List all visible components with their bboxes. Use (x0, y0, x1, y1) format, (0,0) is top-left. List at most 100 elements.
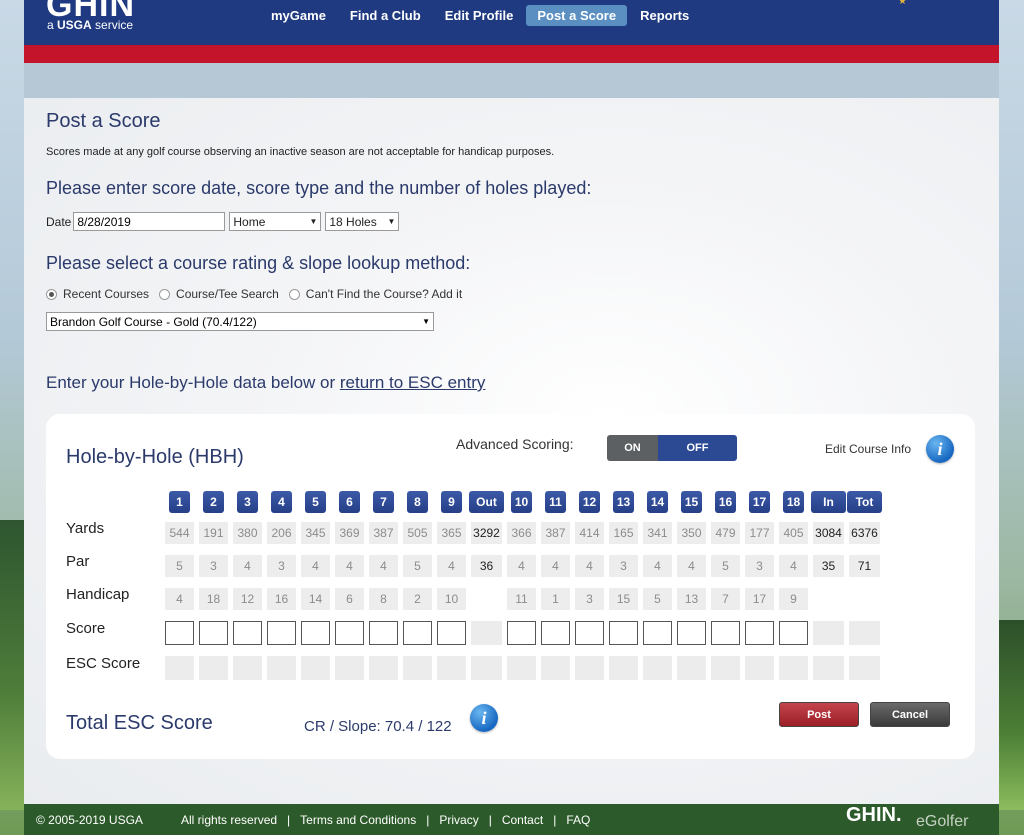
score-input[interactable] (541, 621, 570, 645)
score-input[interactable] (335, 621, 364, 645)
info-icon[interactable]: i (470, 704, 498, 732)
score-input[interactable] (403, 621, 432, 645)
par-cell: 4 (507, 555, 536, 577)
main-nav: myGame Find a Club Edit Profile Post a Scor… (260, 5, 700, 26)
info-icon[interactable]: i (926, 435, 954, 463)
score-input[interactable] (437, 621, 466, 645)
grey-band (24, 63, 999, 98)
cr-slope-text: CR / Slope: 70.4 / 122 (304, 718, 452, 735)
yards-cell: 380 (233, 522, 262, 544)
total-esc-score-label: Total ESC Score (66, 712, 213, 734)
score-input[interactable] (677, 621, 706, 645)
radio-icon[interactable] (288, 288, 300, 300)
return-to-esc-link[interactable]: return to ESC entry (340, 373, 486, 392)
yards-cell: 3292 (471, 522, 502, 544)
background-tree-left (0, 520, 26, 810)
toggle-on[interactable]: ON (607, 435, 658, 461)
nav-find-a-club[interactable]: Find a Club (339, 5, 432, 26)
star-icon: ★ (898, 0, 907, 7)
row-label-score: Score (66, 620, 106, 637)
section-heading-lookup: Please select a course rating & slope lo… (46, 253, 471, 273)
esc-score-cell (369, 656, 398, 680)
handicap-cell: 17 (745, 588, 774, 610)
red-bar (24, 45, 999, 63)
holes-played-select[interactable]: 18 Holes ▼ (325, 212, 400, 231)
post-button[interactable]: Post (779, 702, 859, 727)
score-input[interactable] (575, 621, 604, 645)
nav-reports[interactable]: Reports (629, 5, 700, 26)
section-heading-date: Please enter score date, score type and … (46, 178, 592, 198)
hole-header-3: 3 (237, 491, 258, 513)
score-input[interactable] (507, 621, 536, 645)
score-input[interactable] (643, 621, 672, 645)
par-cell: 71 (849, 555, 880, 577)
par-cell: 4 (779, 555, 808, 577)
hole-header-4: 4 (271, 491, 292, 513)
handicap-cell: 10 (437, 588, 466, 610)
hole-header-8: 8 (407, 491, 428, 513)
yards-cell: 165 (609, 522, 638, 544)
dropdown-arrow-icon: ▼ (309, 217, 318, 226)
lookup-method-label[interactable]: Can't Find the Course? Add it (306, 287, 462, 301)
yards-cell: 350 (677, 522, 706, 544)
score-input[interactable] (745, 621, 774, 645)
par-cell: 4 (575, 555, 604, 577)
footer-link-terms-and-conditions[interactable]: Terms and Conditions (300, 813, 416, 827)
lookup-method-label[interactable]: Recent Courses (63, 287, 149, 301)
score-input[interactable] (165, 621, 194, 645)
nav-post-a-score[interactable]: Post a Score (526, 5, 628, 26)
score-input[interactable] (369, 621, 398, 645)
lookup-method-radios: Recent Courses Course/Tee Search Can't Fin… (46, 287, 472, 301)
par-cell: 4 (233, 555, 262, 577)
lookup-method-label[interactable]: Course/Tee Search (176, 287, 279, 301)
score-input[interactable] (609, 621, 638, 645)
footer-link-contact[interactable]: Contact (502, 813, 543, 827)
footer-link-all-rights-reserved: All rights reserved (181, 813, 278, 827)
score-input[interactable] (711, 621, 740, 645)
score-input[interactable] (199, 621, 228, 645)
page-wrapper: GHIN a USGA service myGame Find a Club Edi… (24, 0, 999, 835)
footer-separator: | (553, 813, 557, 827)
yards-cell: 505 (403, 522, 432, 544)
score-input[interactable] (301, 621, 330, 645)
esc-score-cell (267, 656, 296, 680)
hole-header-13: 13 (613, 491, 634, 513)
esc-score-cell (471, 656, 502, 680)
score-input[interactable] (267, 621, 296, 645)
radio-icon[interactable] (159, 288, 171, 300)
footer-links: All rights reserved | Terms and Conditions… (181, 813, 590, 827)
hole-header-7: 7 (373, 491, 394, 513)
hbh-intro-text: Enter your Hole-by-Hole data below or (46, 373, 340, 392)
hole-header-6: 6 (339, 491, 360, 513)
edit-course-info-link[interactable]: Edit Course Info (825, 442, 911, 456)
course-select[interactable]: Brandon Golf Course - Gold (70.4/122) ▼ (46, 312, 434, 331)
footer-separator: | (426, 813, 430, 827)
advanced-scoring-toggle[interactable]: ON OFF (607, 435, 737, 461)
cancel-button[interactable]: Cancel (870, 702, 950, 727)
score-input[interactable] (233, 621, 262, 645)
logo-sub-brand: USGA (57, 18, 92, 32)
par-cell: 4 (301, 555, 330, 577)
yards-cell: 479 (711, 522, 740, 544)
yards-cell: 6376 (849, 522, 880, 544)
nav-mygame[interactable]: myGame (260, 5, 337, 26)
score-type-select[interactable]: Home ▼ (229, 212, 322, 231)
par-cell: 3 (267, 555, 296, 577)
toggle-off[interactable]: OFF (658, 435, 737, 461)
footer-link-faq[interactable]: FAQ (566, 813, 590, 827)
esc-score-cell (609, 656, 638, 680)
par-cell: 4 (677, 555, 706, 577)
handicap-cell: 11 (507, 588, 536, 610)
score-input[interactable] (779, 621, 808, 645)
radio-icon[interactable] (46, 288, 57, 300)
yards-cell: 369 (335, 522, 364, 544)
hole-header-12: 12 (579, 491, 600, 513)
hole-header-11: 11 (545, 491, 566, 513)
nav-edit-profile[interactable]: Edit Profile (434, 5, 525, 26)
logo-subtitle: a USGA service (47, 18, 133, 32)
yards-cell: 366 (507, 522, 536, 544)
esc-score-cell (507, 656, 536, 680)
footer-link-privacy[interactable]: Privacy (439, 813, 478, 827)
esc-score-cell (335, 656, 364, 680)
date-input[interactable] (73, 212, 226, 231)
